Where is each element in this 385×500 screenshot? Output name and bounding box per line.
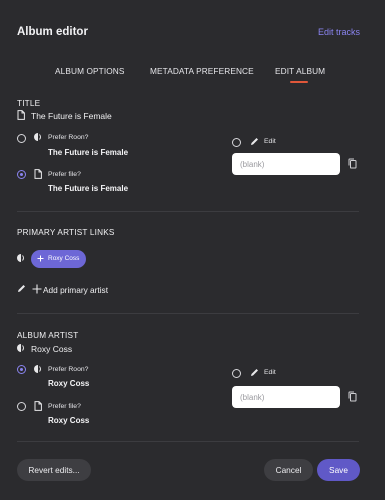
album-artist-prefer-roon-label: Prefer Roon? — [48, 366, 89, 373]
title-current-value: The Future is Female — [31, 111, 112, 121]
album-artist-prefer-file-radio[interactable] — [17, 402, 26, 411]
album-artist-roon-value: Roxy Coss — [48, 379, 90, 388]
title-prefer-roon-radio[interactable] — [17, 134, 26, 143]
primary-artist-chip-label: Roxy Coss — [48, 254, 80, 262]
plus-icon — [37, 255, 44, 262]
save-button[interactable]: Save — [317, 459, 360, 481]
copy-icon[interactable] — [348, 158, 357, 169]
active-tab-indicator — [290, 81, 308, 83]
revert-edits-button[interactable]: Revert edits... — [17, 459, 91, 481]
primary-artist-links-label: PRIMARY ARTIST LINKS — [17, 228, 115, 237]
tab-album-options[interactable]: ALBUM OPTIONS — [55, 66, 125, 76]
roon-icon — [34, 365, 41, 373]
cancel-button[interactable]: Cancel — [264, 459, 313, 481]
album-artist-prefer-file-label: Prefer file? — [48, 403, 81, 410]
dialog-header: Album editor Edit tracks — [0, 0, 385, 60]
album-artist-edit-input[interactable] — [232, 386, 340, 408]
title-edit-label: Edit — [264, 138, 276, 145]
file-icon — [17, 110, 25, 120]
title-prefer-file-label: Prefer file? — [48, 171, 81, 178]
file-icon — [34, 401, 42, 411]
album-artist-section-label: ALBUM ARTIST — [17, 331, 79, 340]
title-prefer-file-radio[interactable] — [17, 170, 26, 179]
pencil-icon — [251, 138, 258, 145]
tab-metadata-preference[interactable]: METADATA PREFERENCE — [150, 66, 254, 76]
edit-tracks-link[interactable]: Edit tracks — [318, 27, 360, 37]
title-prefer-roon-label: Prefer Roon? — [48, 134, 89, 141]
section-divider — [17, 211, 359, 212]
plus-icon[interactable] — [32, 284, 42, 294]
title-roon-value: The Future is Female — [48, 148, 129, 157]
album-artist-prefer-roon-radio[interactable] — [17, 365, 26, 374]
add-primary-artist-link[interactable]: Add primary artist — [43, 285, 108, 295]
tab-edit-album[interactable]: EDIT ALBUM — [275, 66, 325, 76]
album-artist-current-value: Roxy Coss — [31, 344, 73, 354]
copy-icon[interactable] — [348, 391, 357, 402]
pencil-icon[interactable] — [17, 284, 26, 293]
title-section-label: TITLE — [17, 99, 41, 108]
title-file-value: The Future is Female — [48, 184, 129, 193]
roon-icon — [17, 254, 24, 262]
album-artist-file-value: Roxy Coss — [48, 416, 90, 425]
title-edit-input[interactable] — [232, 153, 340, 175]
title-edit-radio[interactable] — [232, 138, 241, 147]
pencil-icon — [251, 369, 258, 376]
tab-bar: ALBUM OPTIONS METADATA PREFERENCE EDIT A… — [0, 66, 385, 82]
section-divider — [17, 441, 359, 442]
primary-artist-chip[interactable]: Roxy Coss — [31, 250, 86, 268]
roon-icon — [17, 344, 24, 352]
section-divider — [17, 313, 359, 314]
album-artist-edit-radio[interactable] — [232, 369, 241, 378]
album-artist-edit-label: Edit — [264, 369, 276, 376]
roon-icon — [34, 133, 41, 141]
file-icon — [34, 169, 42, 179]
dialog-title: Album editor — [17, 26, 88, 38]
